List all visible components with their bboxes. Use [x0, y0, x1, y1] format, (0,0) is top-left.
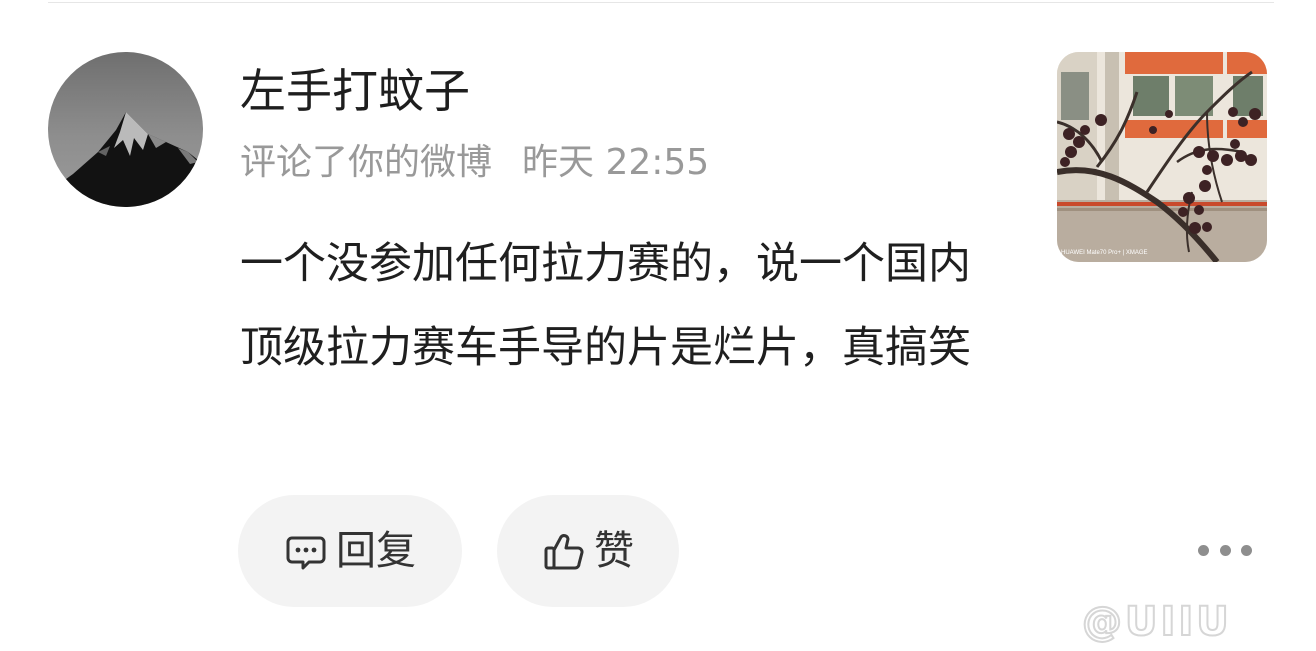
mountain-avatar-image — [48, 52, 203, 207]
like-label: 赞 — [594, 528, 634, 574]
comment-text[interactable]: 一个没参加任何拉力赛的，说一个国内顶级拉力赛车手导的片是烂片，真搞笑 — [240, 222, 1000, 390]
thumbs-up-icon — [544, 534, 584, 570]
avatar[interactable] — [48, 52, 203, 207]
more-options-button[interactable] — [1198, 530, 1252, 570]
timestamp: 昨天 22:55 — [522, 142, 710, 183]
top-divider — [48, 2, 1274, 3]
username[interactable]: 左手打蚊子 — [240, 60, 470, 122]
reply-button[interactable]: 回复 — [238, 495, 462, 607]
notification-meta: 评论了你的微博 昨天 22:55 — [240, 140, 709, 186]
more-dot — [1219, 544, 1231, 556]
thumbnail-caption: HUAWEI Mate70 Pro+ | XMAGE — [1061, 250, 1148, 256]
post-thumbnail-image: HUAWEI Mate70 Pro+ | XMAGE — [1057, 52, 1267, 262]
post-thumbnail[interactable]: HUAWEI Mate70 Pro+ | XMAGE — [1057, 52, 1267, 262]
like-button[interactable]: 赞 — [497, 495, 679, 607]
more-dots-icon — [1198, 544, 1209, 556]
more-dot — [1241, 544, 1252, 556]
comment-bubble-icon — [286, 536, 326, 570]
reply-label: 回复 — [336, 528, 416, 574]
action-text: 评论了你的微博 — [240, 142, 493, 183]
watermark: @UIIU — [1081, 598, 1232, 646]
